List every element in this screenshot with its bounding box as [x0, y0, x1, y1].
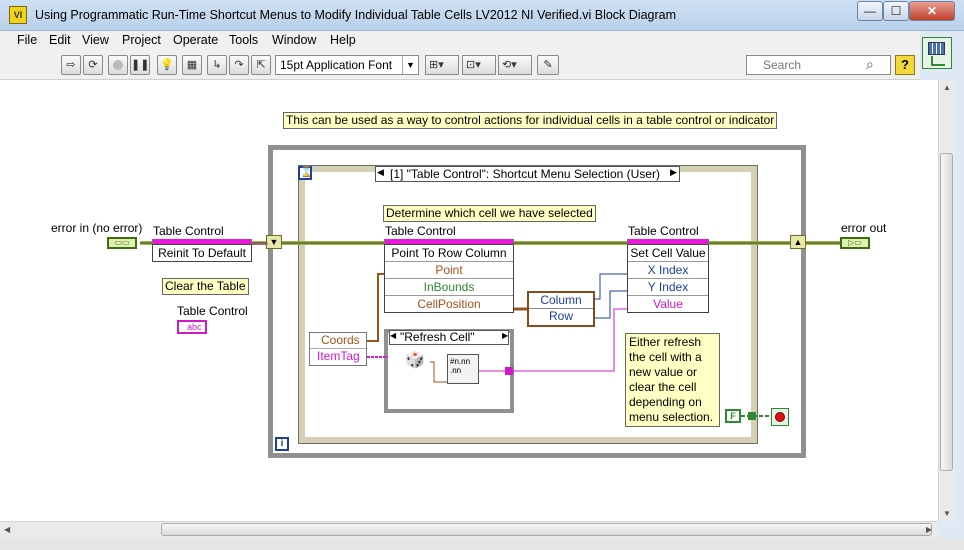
scroll-down-icon[interactable]: ▼ — [943, 509, 951, 518]
scroll-left-icon[interactable]: ◀ — [4, 525, 10, 534]
wires-overlay — [252, 243, 771, 420]
vertical-scroll-thumb[interactable] — [940, 153, 953, 471]
horizontal-scroll-thumb[interactable] — [161, 523, 932, 536]
case-internal-wire — [430, 361, 447, 383]
stop-tunnel — [748, 412, 756, 420]
case-output-tunnel — [505, 367, 513, 375]
scroll-up-icon[interactable]: ▲ — [943, 83, 951, 92]
scroll-right-icon[interactable]: ▶ — [926, 525, 932, 534]
column-wire — [595, 273, 627, 300]
coords-wire — [367, 273, 384, 342]
status-bar — [0, 538, 964, 550]
